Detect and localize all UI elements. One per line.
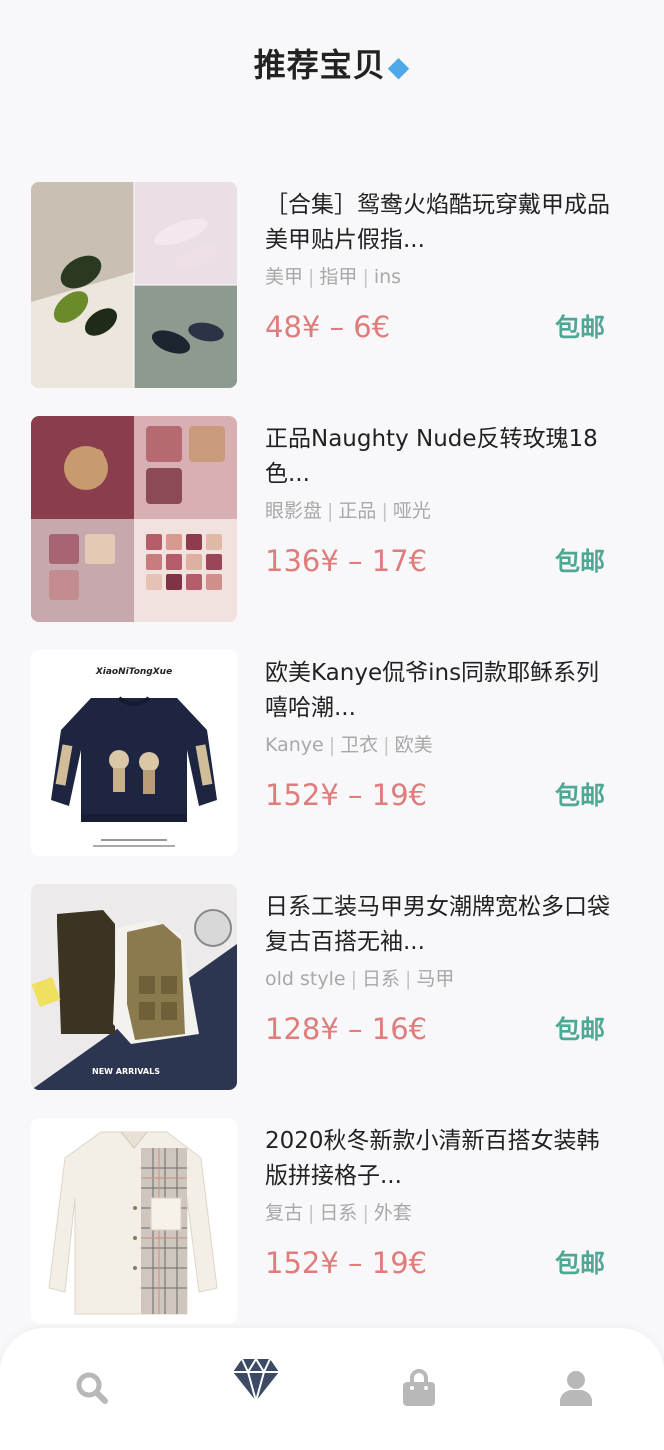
product-tags: 眼影盘 | 正品 | 哑光	[265, 500, 431, 522]
tag: 复古	[265, 1202, 304, 1224]
tag: 日系	[361, 968, 400, 990]
page-title: 推荐宝贝◆	[0, 40, 664, 86]
product-tags: 美甲 | 指甲 | ins	[265, 266, 402, 288]
shopping-bag-icon	[403, 1369, 435, 1406]
bottom-tab-bar	[0, 1328, 664, 1450]
tag: 指甲	[319, 266, 358, 288]
product-title[interactable]: 欧美Kanye侃爷ins同款耶稣系列嘻哈潮...	[265, 656, 615, 726]
tab-cart[interactable]	[389, 1358, 449, 1418]
tag: ins	[373, 266, 402, 288]
tag: 眼影盘	[265, 500, 323, 522]
product-title[interactable]: ［合集］鸳鸯火焰酷玩穿戴甲成品美甲贴片假指...	[265, 188, 615, 258]
product-image[interactable]: XiaoNiTongXue	[31, 650, 237, 856]
product-card[interactable]: XiaoNiTongXue 欧美Kanye侃爷ins同款耶稣系列嘻哈潮... K…	[31, 650, 631, 884]
product-price: 128¥ – 16€	[265, 1012, 428, 1046]
product-card[interactable]: 2020秋冬新款小清新百搭女装韩版拼接格子... 复古 | 日系 | 外套 152¥ –…	[31, 1118, 631, 1352]
tag: 卫衣	[340, 734, 379, 756]
product-card[interactable]: NEW ARRIVALS 日系工装马甲男女潮牌宽松多口袋复古百搭无袖... ol…	[31, 884, 631, 1118]
product-image[interactable]	[31, 182, 237, 388]
product-tags: old style | 日系 | 马甲	[265, 968, 455, 990]
sweatshirt-brand-text: XiaoNiTongXue	[95, 667, 172, 677]
tab-profile[interactable]	[546, 1358, 606, 1418]
tag: 马甲	[416, 968, 455, 990]
tab-recommend[interactable]	[226, 1350, 286, 1410]
tag: 日系	[319, 1202, 358, 1224]
product-card[interactable]: 正品Naughty Nude反转玫瑰18色... 眼影盘 | 正品 | 哑光 136¥ …	[31, 416, 631, 650]
free-shipping-badge: 包邮	[555, 781, 606, 810]
page-title-text: 推荐宝贝	[253, 46, 386, 84]
product-card[interactable]: ［合集］鸳鸯火焰酷玩穿戴甲成品美甲贴片假指... 美甲 | 指甲 | ins 48¥ –…	[31, 182, 631, 416]
product-tags: Kanye | 卫衣 | 欧美	[265, 734, 433, 756]
tag: 哑光	[392, 500, 431, 522]
product-list: ［合集］鸳鸯火焰酷玩穿戴甲成品美甲贴片假指... 美甲 | 指甲 | ins 48¥ –…	[31, 182, 631, 1352]
user-icon	[560, 1371, 592, 1406]
product-tags: 复古 | 日系 | 外套	[265, 1202, 412, 1224]
product-image[interactable]	[31, 416, 237, 622]
product-title[interactable]: 日系工装马甲男女潮牌宽松多口袋复古百搭无袖...	[265, 890, 615, 960]
tab-search[interactable]	[62, 1358, 122, 1418]
tag: Kanye	[265, 734, 324, 756]
tag: 正品	[338, 500, 377, 522]
search-icon	[76, 1372, 108, 1404]
free-shipping-badge: 包邮	[555, 547, 606, 576]
vest-banner-text: NEW ARRIVALS	[92, 1067, 160, 1076]
tag: old style	[265, 968, 346, 990]
free-shipping-badge: 包邮	[555, 313, 606, 342]
product-image[interactable]: NEW ARRIVALS	[31, 884, 237, 1090]
product-image[interactable]	[31, 1118, 237, 1324]
free-shipping-badge: 包邮	[555, 1249, 606, 1278]
product-price: 136¥ – 17€	[265, 544, 428, 578]
gem-icon: ◆	[387, 50, 411, 83]
diamond-icon	[233, 1357, 279, 1403]
tag: 欧美	[394, 734, 433, 756]
product-price: 152¥ – 19€	[265, 778, 428, 812]
product-title[interactable]: 2020秋冬新款小清新百搭女装韩版拼接格子...	[265, 1124, 615, 1194]
product-title[interactable]: 正品Naughty Nude反转玫瑰18色...	[265, 422, 615, 492]
tag: 外套	[373, 1202, 412, 1224]
free-shipping-badge: 包邮	[555, 1015, 606, 1044]
tag: 美甲	[265, 266, 304, 288]
product-price: 48¥ – 6€	[265, 310, 391, 344]
product-price: 152¥ – 19€	[265, 1246, 428, 1280]
